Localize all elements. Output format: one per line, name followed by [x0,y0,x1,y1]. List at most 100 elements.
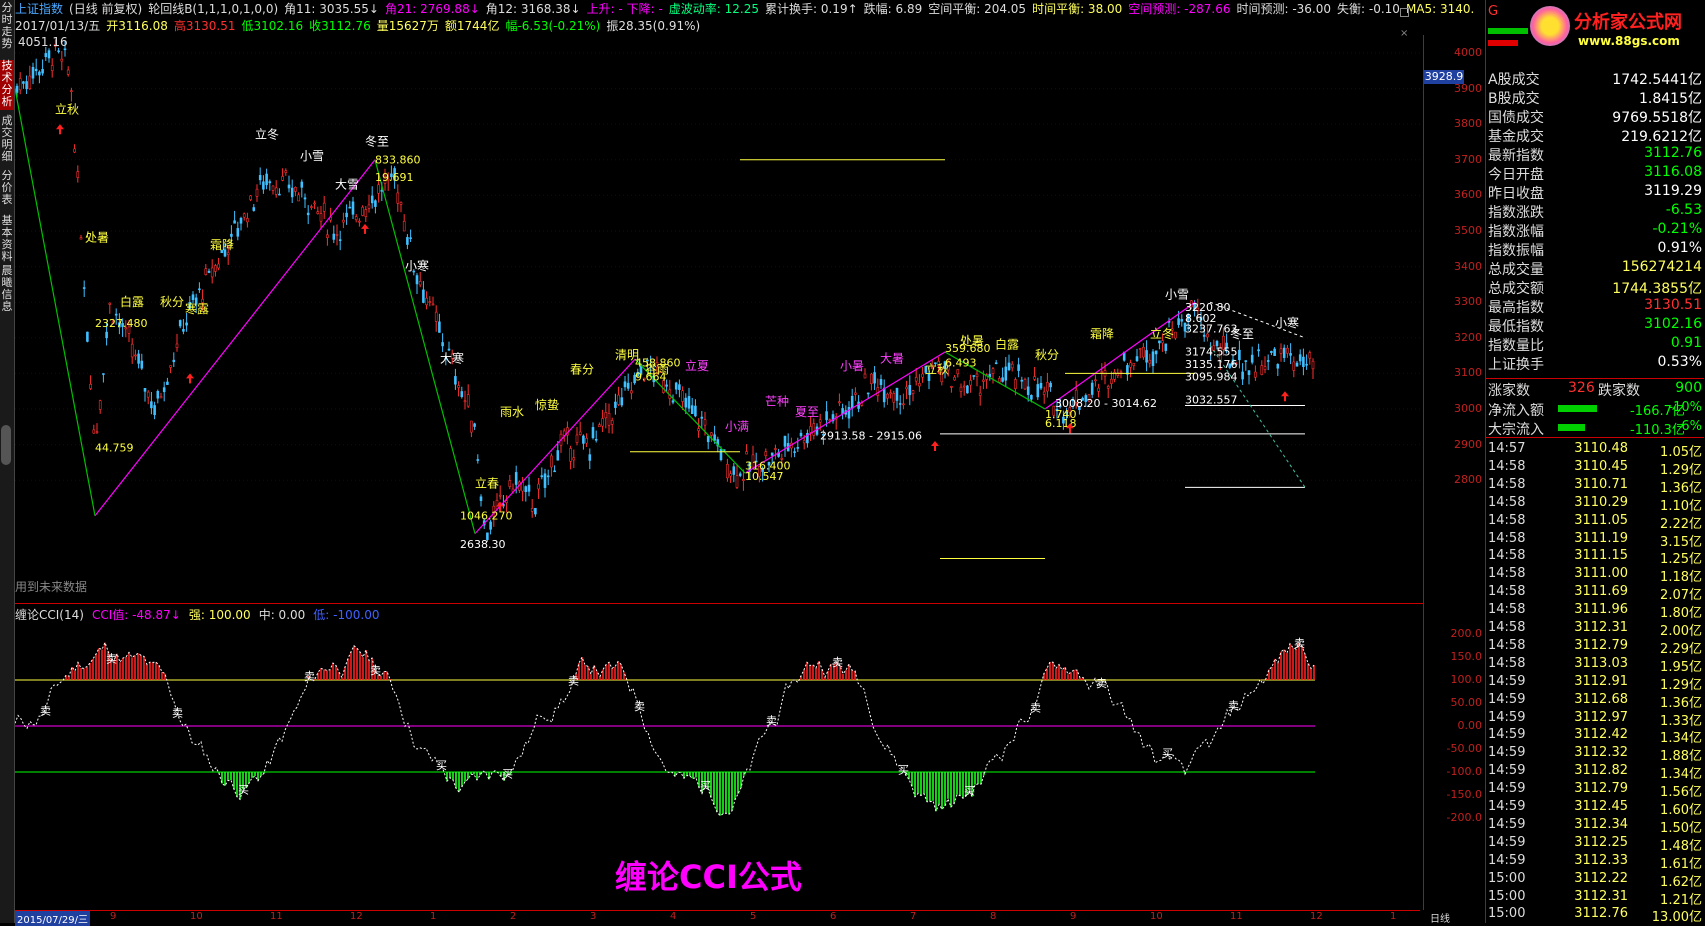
left-tab[interactable]: 晨曦信息 [0,265,14,315]
candle-body [73,148,76,153]
left-tab[interactable]: 基本资料 [0,215,14,265]
candle-body [310,206,313,208]
candle-body [18,78,22,91]
left-tab[interactable]: 分时走势 [0,2,14,52]
candle-body [1049,382,1052,388]
candle-body [998,378,1001,383]
kline-chart[interactable]: 立秋处暑白露 秋分寒露霜降立冬小雪冬至大雪小寒大寒立春雨水惊蛰春分清明谷雨 立夏小满… [15,35,1423,605]
month-tick: 1 [1390,911,1397,922]
tick-price: 3111.69 [1574,584,1628,600]
candle-body [1254,371,1257,378]
candle-body [674,382,678,390]
candle-body [57,50,60,53]
cci-tick: 150.0 [1450,650,1483,663]
candle-body [876,387,880,396]
stat-label: 最低指数 [1488,319,1544,335]
candle-body [1001,377,1004,382]
stat-label: 今日开盘 [1488,167,1544,183]
candle-body [1270,350,1273,353]
stat-row: 指数振幅 0.91% [1488,240,1702,259]
candle-body [274,187,278,195]
tick-price: 3112.42 [1574,727,1628,743]
candle-body [354,216,358,221]
tick-row: 14:59 3112.68 1.36亿 [1488,692,1702,711]
tick-volume: 1.10亿 [1660,498,1702,514]
chart-mode[interactable]: (日线 前复权) [69,2,142,16]
sell-signal: 卖 [304,670,315,683]
candle-body [1250,354,1254,363]
solar-term-label: 立秋 [55,102,79,117]
tick-row: 14:58 3110.71 1.36亿 [1488,477,1702,496]
tick-row: 14:59 3112.91 1.29亿 [1488,674,1702,693]
candle-body [774,448,777,450]
tick-price: 3112.31 [1574,888,1628,904]
stat-label: 总成交量 [1488,262,1544,278]
month-tick: 10 [1150,911,1163,922]
solar-term-label: 秋分 [160,295,184,309]
left-tab[interactable]: 分价表 [0,170,14,220]
left-tab[interactable]: 技术分析 [0,60,14,110]
candle-body [479,496,483,501]
tick-time: 14:57 [1488,441,1526,456]
tick-price: 3111.00 [1574,566,1628,582]
bar-change: 幅-6.53(-0.21%) [505,19,601,33]
sell-signal: 卖 [370,664,381,677]
tick-volume: 1.05亿 [1660,445,1702,460]
index-name[interactable]: 上证指数 [15,2,63,16]
tick-volume: 2.00亿 [1660,624,1702,639]
candle-body [428,301,432,303]
tick-price: 3112.31 [1574,620,1628,635]
candle-body [918,383,921,387]
price-annotation: 10.547 [745,470,784,483]
candle-body [418,281,422,286]
down-count: 900 [1675,380,1702,396]
collapse-handle-icon[interactable] [1,425,11,465]
candle-body [300,181,304,188]
candle-body [422,289,425,303]
candle-body [665,384,668,387]
candle-body [342,219,345,223]
left-tab-strip: 分时走势技术分析成交明细分价表 基本资料 晨曦信息 [0,0,15,923]
candle-body [1158,340,1161,344]
candle-body [319,213,323,222]
candle-body [1295,362,1299,367]
cci-title[interactable]: 缠论CCI(14) [15,608,84,622]
month-tick: 4 [670,911,677,922]
candle-body [962,385,966,388]
candle-body [604,412,608,419]
candle-body [630,390,633,394]
candle-body [1020,379,1024,382]
candle-body [1046,382,1049,392]
price-axis: 4000 3900 3800 3700 3600 3500 3400 3300 3200 3100… [1423,35,1486,605]
tick-time: 14:59 [1488,781,1526,797]
left-tab[interactable]: 成交明细 [0,115,14,165]
candle-body [710,432,713,436]
tick-time: 15:00 [1488,888,1526,904]
pane-divider [15,603,1423,604]
candle-body [1266,360,1270,362]
buy-signal: 买 [1162,747,1173,760]
tick-row: 14:59 3112.25 1.48亿 [1488,835,1702,854]
cci-tick: -100.0 [1446,765,1482,778]
candle-body [1142,346,1145,358]
candle-body [895,387,899,401]
price-tick: 3600 [1454,188,1482,202]
candle-body [1036,384,1040,398]
indicator-params: 轮回线B(1,1,1,0,1,0,0) [148,2,279,16]
solar-term-label: 白露 [995,336,1019,351]
candle-body [1007,362,1011,371]
tick-time: 14:59 [1488,852,1526,868]
candle-body [697,428,700,432]
candle-body [15,85,19,93]
bar-low: 低3102.16 [241,19,304,33]
stat-row: 最新指数 3112.76 [1488,145,1702,164]
stat-value: 3119.29 [1644,183,1702,199]
price-tick: 3000 [1454,402,1482,415]
flow-bar [1558,424,1585,431]
candle-body [914,376,918,382]
candle-body [1145,350,1148,363]
month-tick: 2 [510,911,517,922]
month-tick: 9 [110,911,117,922]
g-icon: G [1488,4,1499,19]
restore-icon[interactable] [1400,8,1409,17]
